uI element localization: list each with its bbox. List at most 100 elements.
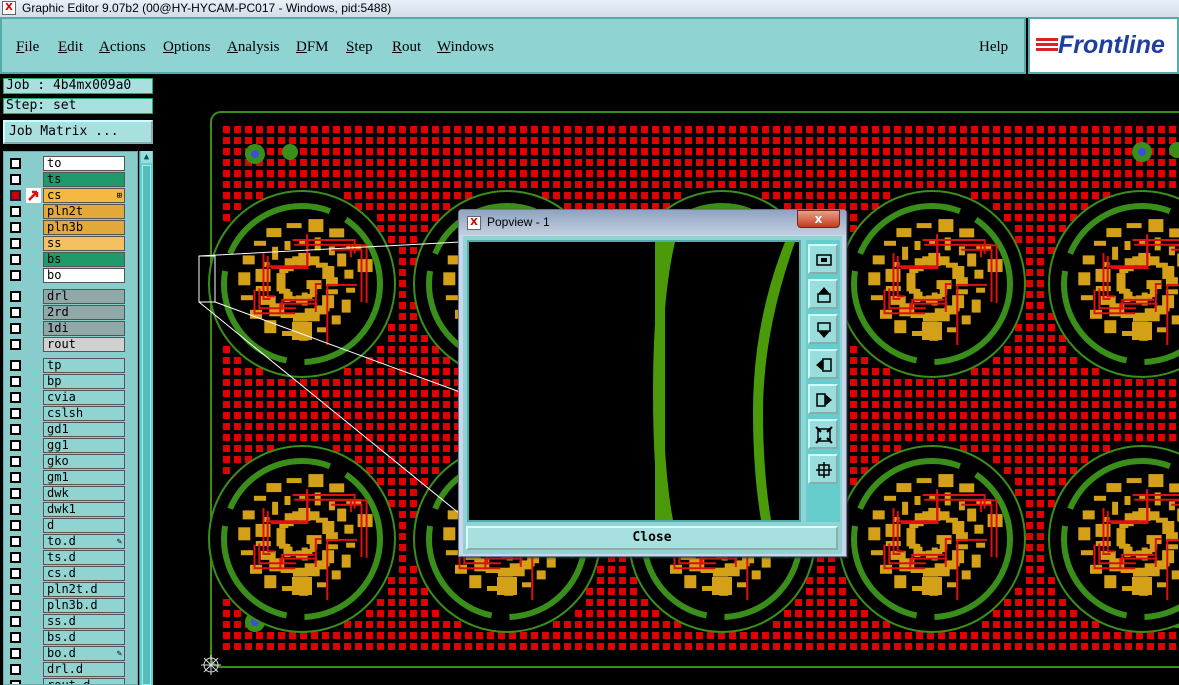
layer-list-scrollbar[interactable]: ▲ [139, 151, 153, 685]
layer-checkbox[interactable] [10, 568, 21, 579]
popview-viewport[interactable] [467, 240, 801, 522]
menu-windows[interactable]: Windows [437, 39, 494, 56]
layer-checkbox[interactable] [10, 206, 21, 217]
layer-checkbox[interactable] [10, 238, 21, 249]
layer-row-gg1[interactable]: gg1 [7, 438, 125, 453]
layer-row-pln2t[interactable]: pln2t [7, 204, 125, 219]
zoom-in-icon[interactable] [808, 454, 838, 484]
layer-row-bs[interactable]: bs [7, 252, 125, 267]
popview-close-icon[interactable]: x [797, 210, 840, 228]
layer-checkbox[interactable] [10, 504, 21, 515]
layer-row-pln3b[interactable]: pln3b [7, 220, 125, 235]
layer-checkbox[interactable] [10, 536, 21, 547]
scroll-up-icon[interactable]: ▲ [141, 151, 152, 163]
layer-checkbox[interactable] [10, 600, 21, 611]
layer-checkbox[interactable] [10, 424, 21, 435]
layer-row-gko[interactable]: gko [7, 454, 125, 469]
layer-row-gm1[interactable]: gm1 [7, 470, 125, 485]
layer-name[interactable]: ts.d [43, 550, 125, 565]
layer-row-dwk[interactable]: dwk [7, 486, 125, 501]
layer-row-d[interactable]: d [7, 518, 125, 533]
layer-row-bp[interactable]: bp [7, 374, 125, 389]
layer-name[interactable]: bs [43, 252, 125, 267]
layer-name[interactable]: rout [43, 337, 125, 352]
layer-checkbox[interactable] [10, 307, 21, 318]
layer-checkbox[interactable] [10, 680, 21, 684]
layer-row-cvia[interactable]: cvia [7, 390, 125, 405]
layer-name[interactable]: d [43, 518, 125, 533]
zoom-out-icon[interactable] [808, 419, 838, 449]
layer-row-drl-d[interactable]: drl.d [7, 662, 125, 677]
layer-name[interactable]: pln2t [43, 204, 125, 219]
layer-name[interactable]: cvia [43, 390, 125, 405]
layer-row-ss-d[interactable]: ss.d [7, 614, 125, 629]
popview-title-bar[interactable]: X Popview - 1 x [459, 210, 846, 235]
layer-name[interactable]: drl.d [43, 662, 125, 677]
layer-name[interactable]: rout.d [43, 678, 125, 684]
layer-checkbox[interactable] [10, 339, 21, 350]
pan-up-icon[interactable] [808, 279, 838, 309]
layer-row-bs-d[interactable]: bs.d [7, 630, 125, 645]
layer-checkbox[interactable] [10, 488, 21, 499]
menu-analysis[interactable]: Analysis [227, 39, 280, 56]
menu-rout[interactable]: Rout [392, 39, 421, 56]
layer-row-rout[interactable]: rout [7, 337, 125, 352]
layer-name[interactable]: to [43, 156, 125, 171]
layer-row-ss[interactable]: ss [7, 236, 125, 251]
layer-name[interactable]: gd1 [43, 422, 125, 437]
layer-name[interactable]: cslsh [43, 406, 125, 421]
layer-name[interactable]: bs.d [43, 630, 125, 645]
menu-step[interactable]: Step [346, 39, 373, 56]
layer-row-cs[interactable]: cs ⊞ [7, 188, 125, 203]
menu-file[interactable]: File [16, 39, 39, 56]
menu-actions[interactable]: Actions [99, 39, 146, 56]
layer-row-tp[interactable]: tp [7, 358, 125, 373]
menu-dfm[interactable]: DFM [296, 39, 329, 56]
layer-row-gd1[interactable]: gd1 [7, 422, 125, 437]
layer-checkbox[interactable] [10, 520, 21, 531]
layer-row-bo[interactable]: bo [7, 268, 125, 283]
layer-name[interactable]: tp [43, 358, 125, 373]
layer-checkbox[interactable] [10, 648, 21, 659]
layer-name[interactable]: pln2t.d [43, 582, 125, 597]
menu-help[interactable]: Help [979, 39, 1008, 56]
layer-name[interactable]: 1di [43, 321, 125, 336]
layer-row-cslsh[interactable]: cslsh [7, 406, 125, 421]
layer-row-2rd[interactable]: 2rd [7, 305, 125, 320]
layer-name[interactable]: 2rd [43, 305, 125, 320]
layer-row-bo-d[interactable]: bo.d ✎ [7, 646, 125, 661]
layer-checkbox[interactable] [10, 174, 21, 185]
layer-name[interactable]: dwk1 [43, 502, 125, 517]
layer-row-ts-d[interactable]: ts.d [7, 550, 125, 565]
layer-checkbox[interactable] [10, 190, 21, 201]
layer-name[interactable]: pln3b [43, 220, 125, 235]
layer-name[interactable]: gm1 [43, 470, 125, 485]
layer-row-ts[interactable]: ts [7, 172, 125, 187]
layer-checkbox[interactable] [10, 440, 21, 451]
layer-checkbox[interactable] [10, 584, 21, 595]
layer-name[interactable]: ss.d [43, 614, 125, 629]
layer-checkbox[interactable] [10, 270, 21, 281]
layer-name[interactable]: ts [43, 172, 125, 187]
popview-close-button[interactable]: Close [466, 526, 838, 550]
layer-checkbox[interactable] [10, 664, 21, 675]
layer-checkbox[interactable] [10, 376, 21, 387]
layer-row-to-d[interactable]: to.d ✎ [7, 534, 125, 549]
layer-name[interactable]: pln3b.d [43, 598, 125, 613]
layer-name[interactable]: gko [43, 454, 125, 469]
layer-checkbox[interactable] [10, 291, 21, 302]
layer-name[interactable]: cs.d [43, 566, 125, 581]
layer-name[interactable]: gg1 [43, 438, 125, 453]
layer-name[interactable]: drl [43, 289, 125, 304]
pan-right-icon[interactable] [808, 384, 838, 414]
layer-row-rout-d[interactable]: rout.d [7, 678, 125, 684]
pan-down-icon[interactable] [808, 314, 838, 344]
layer-row-pln3b-d[interactable]: pln3b.d [7, 598, 125, 613]
layer-checkbox[interactable] [10, 222, 21, 233]
menu-options[interactable]: Options [163, 39, 211, 56]
layer-name[interactable]: bo [43, 268, 125, 283]
layer-checkbox[interactable] [10, 360, 21, 371]
layer-checkbox[interactable] [10, 254, 21, 265]
zoom-fit-icon[interactable] [808, 244, 838, 274]
layer-name[interactable]: ss [43, 236, 125, 251]
